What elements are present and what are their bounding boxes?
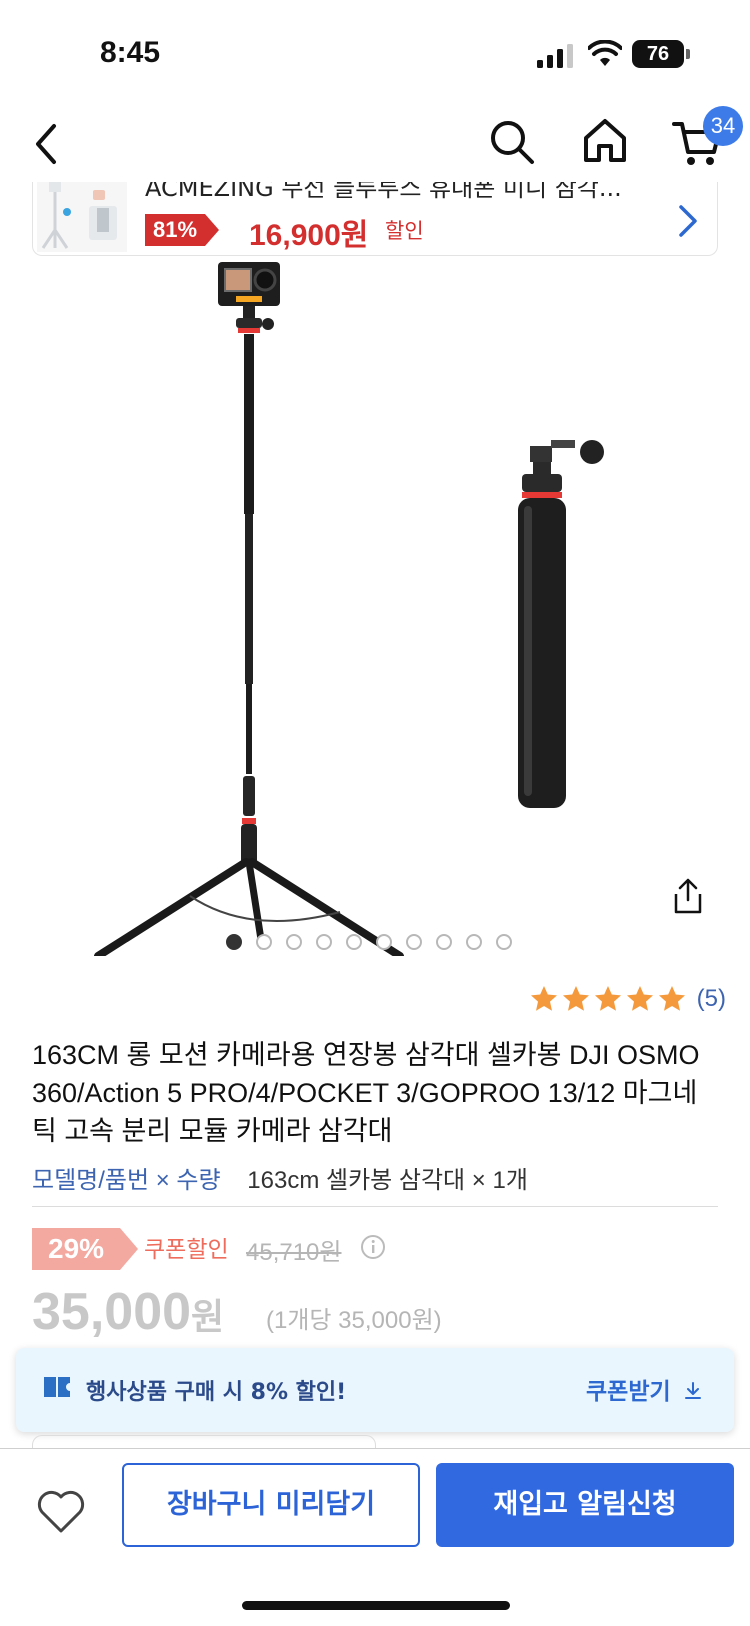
related-discount-label: 할인 bbox=[385, 219, 424, 243]
star-rating bbox=[529, 984, 687, 1014]
cellular-signal-icon bbox=[537, 44, 573, 68]
carousel-dot[interactable] bbox=[316, 934, 332, 950]
search-icon[interactable] bbox=[488, 118, 536, 166]
discount-badge: 29% bbox=[32, 1228, 139, 1270]
home-icon[interactable] bbox=[580, 116, 630, 166]
coupon-banner: 행사상품 구매 시 8% 할인! 쿠폰받기 bbox=[16, 1348, 734, 1432]
unit-price: (1개당 35,000원) bbox=[266, 1307, 442, 1334]
carousel-dot[interactable] bbox=[406, 934, 422, 950]
wifi-icon bbox=[588, 40, 622, 66]
review-count: (5) bbox=[696, 985, 726, 1012]
battery-indicator: 76 bbox=[632, 40, 684, 68]
coupon-icon bbox=[44, 1377, 70, 1397]
related-product-price: 16,900원 bbox=[249, 219, 369, 252]
carousel-dot[interactable] bbox=[436, 934, 452, 950]
get-coupon-label: 쿠폰받기 bbox=[586, 1379, 671, 1405]
sale-price-amount: 35,000 bbox=[32, 1283, 192, 1341]
get-coupon-button[interactable]: 쿠폰받기 bbox=[586, 1372, 703, 1406]
carousel-dot[interactable] bbox=[286, 934, 302, 950]
info-icon[interactable] bbox=[360, 1234, 386, 1260]
rating-summary[interactable]: (5) bbox=[529, 984, 726, 1014]
carousel-dot[interactable] bbox=[496, 934, 512, 950]
carousel-dot[interactable] bbox=[466, 934, 482, 950]
back-arrow-icon[interactable] bbox=[28, 120, 68, 168]
option-value: 163cm 셀카봉 삼각대 × 1개 bbox=[247, 1167, 528, 1194]
status-bar: 8:45 76 bbox=[0, 0, 750, 100]
coupon-discount-label: 쿠폰할인 bbox=[144, 1237, 229, 1263]
restock-alert-button[interactable]: 재입고 알림신청 bbox=[436, 1463, 734, 1547]
currency-unit: 원 bbox=[191, 1296, 225, 1337]
related-product-thumbnail bbox=[37, 182, 127, 252]
carousel-dot[interactable] bbox=[256, 934, 272, 950]
related-product-title: ACMEZING 무선 블루투스 휴대폰 미니 삼각... bbox=[145, 182, 622, 202]
star-icon bbox=[594, 986, 621, 1011]
star-icon bbox=[658, 986, 685, 1011]
heart-icon[interactable] bbox=[36, 1489, 86, 1535]
home-indicator bbox=[242, 1601, 510, 1610]
original-price: 45,710원 bbox=[246, 1239, 342, 1266]
product-image bbox=[94, 262, 604, 960]
carousel-dot[interactable] bbox=[346, 934, 362, 950]
carousel-dot[interactable] bbox=[376, 934, 392, 950]
selected-option: 모델명/품번 × 수량 163cm 셀카봉 삼각대 × 1개 bbox=[32, 1160, 528, 1195]
related-discount-badge: 81% bbox=[145, 214, 220, 246]
carousel-dot[interactable] bbox=[226, 934, 242, 950]
add-to-cart-button[interactable]: 장바구니 미리담기 bbox=[122, 1463, 420, 1547]
carousel-dots bbox=[226, 934, 512, 954]
chevron-right-icon[interactable] bbox=[673, 204, 703, 238]
star-icon bbox=[626, 986, 653, 1011]
divider bbox=[32, 1206, 718, 1207]
related-product-card[interactable]: ACMEZING 무선 블루투스 휴대폰 미니 삼각... 81% 16,900… bbox=[32, 182, 718, 256]
battery-cap bbox=[686, 49, 690, 59]
download-icon bbox=[684, 1382, 701, 1399]
clock: 8:45 bbox=[100, 36, 161, 69]
product-title: 163CM 롱 모션 카메라용 연장봉 삼각대 셀카봉 DJI OSMO 360… bbox=[32, 1040, 700, 1146]
star-icon bbox=[530, 986, 557, 1011]
top-nav bbox=[0, 100, 750, 188]
product-image-carousel[interactable] bbox=[0, 256, 750, 960]
sale-price: 35,000원 bbox=[32, 1282, 224, 1342]
share-icon[interactable] bbox=[668, 876, 708, 916]
option-key: 모델명/품번 × 수량 bbox=[32, 1167, 221, 1194]
star-icon bbox=[562, 986, 589, 1011]
coupon-banner-text: 행사상품 구매 시 8% 할인! bbox=[86, 1380, 347, 1405]
cart-count-badge: 34 bbox=[703, 106, 743, 146]
bottom-action-bar: 장바구니 미리담기 재입고 알림신청 bbox=[0, 1448, 750, 1626]
